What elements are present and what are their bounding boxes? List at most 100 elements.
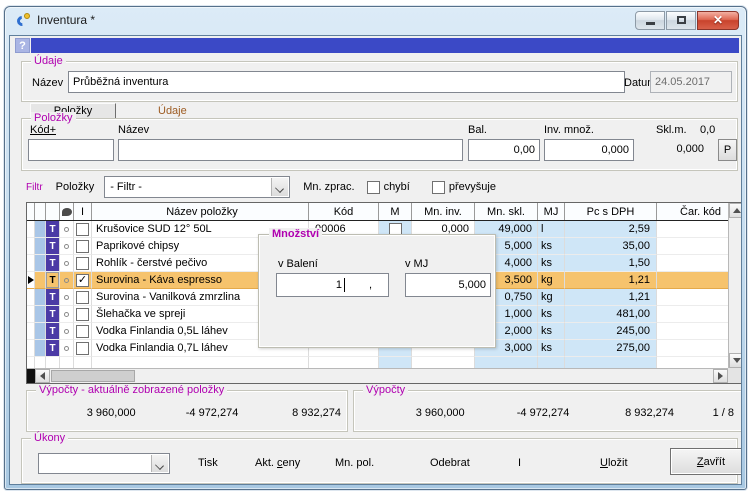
header-nazev-polozky[interactable]: Název položky — [92, 203, 309, 220]
row-selector[interactable] — [27, 272, 35, 289]
cell-mj[interactable]: ks — [538, 238, 565, 255]
akt-ceny-button[interactable]: Akt. ceny — [255, 457, 300, 469]
row-indicator — [35, 323, 46, 340]
cell-pc-s-dph[interactable]: 275,00 — [565, 340, 657, 357]
cell-mj[interactable]: l — [538, 221, 565, 238]
filter-combobox[interactable]: - Filtr - — [104, 176, 290, 198]
cell-pc-s-dph[interactable]: 245,00 — [565, 323, 657, 340]
i-checkbox[interactable] — [76, 325, 89, 338]
type-badge-letter: T — [46, 238, 59, 254]
i-checkbox[interactable] — [76, 308, 89, 321]
header-kod[interactable]: Kód — [309, 203, 379, 220]
i-checkbox[interactable] — [76, 257, 89, 270]
cell-mj[interactable]: ks — [538, 323, 565, 340]
cell-pc-s-dph[interactable]: 2,59 — [565, 221, 657, 238]
i-checkbox[interactable] — [76, 240, 89, 253]
vertical-scrollbar[interactable] — [728, 203, 742, 368]
maximize-button[interactable] — [666, 11, 696, 30]
scroll-down-icon[interactable] — [729, 353, 742, 368]
prevysuje-checkbox[interactable] — [432, 181, 445, 194]
tisk-button[interactable]: Tisk — [198, 457, 218, 469]
cell-mj[interactable]: ks — [538, 306, 565, 323]
header-mj[interactable]: MJ — [538, 203, 565, 220]
row-i-checkbox-cell[interactable] — [74, 255, 92, 272]
scroll-up-icon[interactable] — [729, 203, 742, 218]
cell-pc-s-dph[interactable]: 35,00 — [565, 238, 657, 255]
v-baleni-input[interactable]: 1 , — [276, 273, 389, 297]
row-selector[interactable] — [27, 221, 35, 238]
header-m[interactable]: M — [379, 203, 412, 220]
circle-icon — [64, 329, 69, 334]
scrollbar-corner-block — [27, 369, 35, 383]
tab-udaje[interactable]: Údaje — [158, 105, 187, 117]
totals-visible-value-3: 8 932,274 — [238, 407, 341, 419]
type-badge: T — [46, 323, 60, 340]
header-mn-skl[interactable]: Mn. skl. — [475, 203, 538, 220]
help-button[interactable]: ? — [15, 38, 30, 53]
ukony-combobox[interactable] — [38, 453, 170, 474]
i-checkbox[interactable]: ✓ — [76, 274, 89, 287]
i-checkbox[interactable] — [76, 342, 89, 355]
prevysuje-label[interactable]: převyšuje — [449, 181, 496, 193]
cell-pc-s-dph[interactable]: 1,50 — [565, 255, 657, 272]
chevron-down-icon[interactable] — [151, 455, 168, 472]
cell-mj[interactable]: kg — [538, 289, 565, 306]
mnozstvi-popup-label: Množství — [269, 228, 322, 240]
row-selector[interactable] — [27, 340, 35, 357]
cell-pc-s-dph[interactable]: 1,21 — [565, 289, 657, 306]
odebrat-button[interactable]: Odebrat — [430, 457, 470, 469]
row-i-checkbox-cell[interactable] — [74, 289, 92, 306]
inv-mnoz-input[interactable]: 0,000 — [544, 139, 634, 161]
v-mj-input[interactable]: 5,000 — [405, 273, 491, 297]
row-i-checkbox-cell[interactable] — [74, 238, 92, 255]
mn-pol-button[interactable]: Mn. pol. — [335, 457, 374, 469]
close-button[interactable]: ✕ — [697, 11, 739, 30]
horizontal-scroll-thumb[interactable] — [51, 370, 135, 382]
cell-pc-s-dph[interactable]: 481,00 — [565, 306, 657, 323]
chybi-label[interactable]: chybí — [384, 181, 410, 193]
type-badge: T — [46, 238, 60, 255]
row-i-checkbox-cell[interactable] — [74, 306, 92, 323]
row-selector[interactable] — [27, 289, 35, 306]
ulozit-button[interactable]: Uložit — [600, 457, 628, 469]
cell-mj[interactable]: ks — [538, 255, 565, 272]
i-checkbox[interactable] — [76, 291, 89, 304]
filter-polozky-label: Položky — [56, 181, 95, 193]
row-i-checkbox-cell[interactable] — [74, 323, 92, 340]
kod-label[interactable]: Kód+ — [30, 124, 56, 136]
header-i[interactable]: I — [74, 203, 92, 220]
status-dot-icon — [60, 221, 74, 238]
filter-row: Filtr Položky - Filtr - Mn. zprac. chybí… — [21, 174, 496, 200]
cell-mj[interactable]: kg — [538, 272, 565, 289]
bal-input[interactable]: 0,00 — [468, 139, 540, 161]
minimize-button[interactable] — [635, 11, 665, 30]
cell-mj[interactable]: ks — [538, 340, 565, 357]
chybi-checkbox[interactable] — [367, 181, 380, 194]
status-dot-icon — [60, 272, 74, 289]
kod-input[interactable] — [28, 139, 114, 161]
row-selector[interactable] — [27, 306, 35, 323]
cell-pc-s-dph[interactable]: 1,21 — [565, 272, 657, 289]
row-i-checkbox-cell[interactable]: ✓ — [74, 272, 92, 289]
i-checkbox[interactable] — [76, 223, 89, 236]
chevron-down-icon[interactable] — [271, 178, 288, 196]
scroll-left-icon[interactable] — [35, 369, 50, 383]
header-type[interactable] — [46, 203, 60, 220]
polozky-groupbox-label: Položky — [31, 112, 76, 124]
header-mn-inv[interactable]: Mn. inv. — [412, 203, 475, 220]
row-selector[interactable] — [27, 238, 35, 255]
row-i-checkbox-cell[interactable] — [74, 340, 92, 357]
row-selector[interactable] — [27, 323, 35, 340]
zavrit-button[interactable]: Zavřít — [670, 448, 742, 475]
header-pc-s-dph[interactable]: Pc s DPH — [565, 203, 657, 220]
row-selector[interactable] — [27, 255, 35, 272]
row-i-checkbox-cell[interactable] — [74, 221, 92, 238]
comment-icon[interactable] — [60, 203, 74, 220]
nazev-input[interactable]: Průběžná inventura — [68, 71, 625, 93]
i-button[interactable]: I — [518, 457, 521, 469]
polozky-nazev-input[interactable] — [118, 139, 463, 161]
p-button[interactable]: P — [718, 139, 737, 161]
title-bar[interactable]: Inventura * ✕ — [8, 7, 743, 31]
horizontal-scrollbar[interactable] — [27, 368, 728, 383]
scroll-right-icon[interactable] — [713, 369, 728, 383]
